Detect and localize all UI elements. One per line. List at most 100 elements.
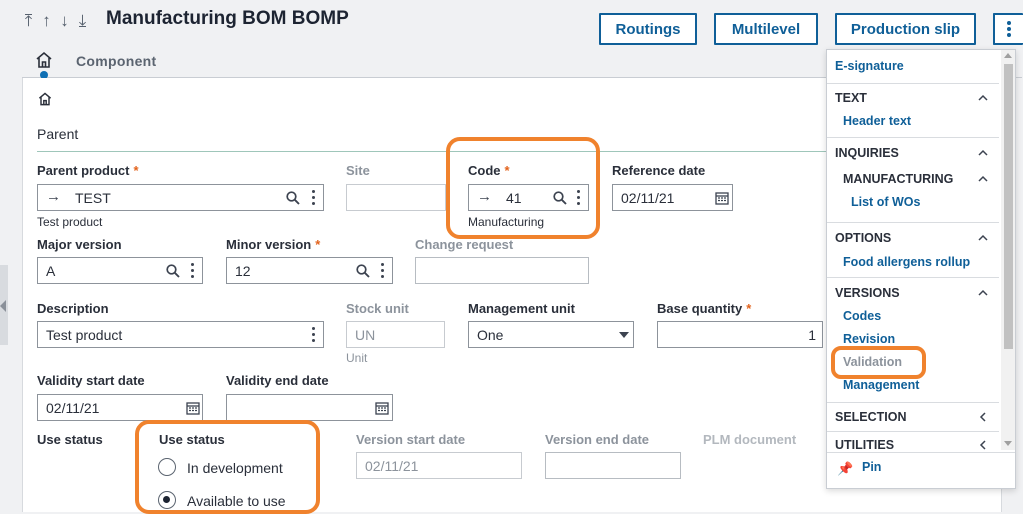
menu-item-codes[interactable]: Codes xyxy=(843,309,881,323)
management-unit-label: Management unit xyxy=(468,301,575,316)
base-quantity-field[interactable]: 1 xyxy=(657,321,823,348)
section-title: Parent xyxy=(37,126,79,142)
menu-item-list-of-wos[interactable]: List of WOs xyxy=(851,195,920,209)
actions-menu: E-signature TEXT Header text INQUIRIES M… xyxy=(826,49,1016,489)
tab-component[interactable]: Component xyxy=(76,53,156,69)
scroll-up-icon[interactable] xyxy=(1004,53,1012,58)
search-icon[interactable] xyxy=(356,264,370,278)
parent-product-description: Test product xyxy=(37,215,103,229)
menu-separator xyxy=(827,137,999,138)
arrow-last-icon[interactable]: ⤓ xyxy=(76,11,89,31)
record-navigation: ⤒ ↑ ↓ ⤓ xyxy=(22,11,89,31)
chevron-up-icon[interactable] xyxy=(977,232,989,244)
calendar-icon[interactable] xyxy=(715,191,729,205)
minor-version-field[interactable]: 12 xyxy=(226,257,393,284)
validity-start-date-label: Validity start date xyxy=(37,373,145,388)
validation-highlight xyxy=(831,346,926,379)
kebab-icon[interactable] xyxy=(312,327,316,345)
menu-section-selection[interactable]: SELECTION xyxy=(835,410,907,424)
page-title: Manufacturing BOM BOMP xyxy=(106,8,349,29)
menu-section-utilities[interactable]: UTILITIES xyxy=(835,438,894,452)
site-label: Site xyxy=(346,163,370,178)
chevron-up-icon[interactable] xyxy=(977,287,989,299)
stock-unit-description: Unit xyxy=(346,351,368,365)
scroll-down-icon[interactable] xyxy=(1004,441,1012,446)
home-icon[interactable] xyxy=(34,50,54,70)
menu-separator xyxy=(827,402,999,403)
plm-document-label: PLM document xyxy=(703,432,797,447)
stock-unit-label: Stock unit xyxy=(346,301,409,316)
description-label: Description xyxy=(37,301,109,316)
menu-item-header-text[interactable]: Header text xyxy=(843,114,911,128)
menu-subsection-manufacturing[interactable]: MANUFACTURING xyxy=(843,172,953,186)
menu-separator xyxy=(827,277,999,278)
management-unit-select[interactable]: One xyxy=(468,321,634,348)
multilevel-button[interactable]: Multilevel xyxy=(714,13,818,45)
use-status-highlight xyxy=(135,420,320,514)
kebab-icon[interactable] xyxy=(381,263,385,281)
version-end-date-field[interactable] xyxy=(545,452,681,479)
menu-section-versions[interactable]: VERSIONS xyxy=(835,286,900,300)
validity-end-date-field[interactable] xyxy=(226,394,393,421)
menu-section-text[interactable]: TEXT xyxy=(835,91,867,105)
dropdown-arrow-icon[interactable] xyxy=(619,332,629,338)
menu-separator xyxy=(827,452,1015,453)
parent-product-field[interactable]: → TEST xyxy=(37,184,324,211)
major-version-label: Major version xyxy=(37,237,122,252)
chevron-up-icon[interactable] xyxy=(977,173,989,185)
section-home-icon[interactable] xyxy=(37,91,53,107)
menu-scrollbar[interactable] xyxy=(1001,50,1015,450)
chevron-left-icon[interactable] xyxy=(977,411,989,423)
parent-product-label: Parent product * xyxy=(37,163,139,178)
menu-separator xyxy=(827,83,999,84)
reference-date-label: Reference date xyxy=(612,163,706,178)
production-slip-button[interactable]: Production slip xyxy=(835,13,976,45)
validity-start-date-field[interactable]: 02/11/21 xyxy=(37,394,203,421)
menu-separator xyxy=(827,431,999,432)
menu-separator xyxy=(827,222,999,223)
arrow-up-icon[interactable]: ↑ xyxy=(40,11,53,31)
version-start-date-label: Version start date xyxy=(356,432,466,447)
section-divider xyxy=(37,151,827,152)
major-version-field[interactable]: A xyxy=(37,257,203,284)
chevron-up-icon[interactable] xyxy=(977,92,989,104)
menu-item-revision[interactable]: Revision xyxy=(843,332,895,346)
version-end-date-label: Version end date xyxy=(545,432,650,447)
site-field xyxy=(346,184,446,211)
validity-end-date-label: Validity end date xyxy=(226,373,329,388)
kebab-icon xyxy=(1007,21,1011,37)
menu-item-e-signature[interactable]: E-signature xyxy=(835,59,904,73)
menu-item-management[interactable]: Management xyxy=(843,378,919,392)
collapse-arrow-icon[interactable] xyxy=(0,300,6,312)
use-status-section-label: Use status xyxy=(37,432,103,447)
menu-section-inquiries[interactable]: INQUIRIES xyxy=(835,146,899,160)
calendar-icon[interactable] xyxy=(186,401,200,415)
stock-unit-field: UN xyxy=(346,321,445,348)
code-highlight xyxy=(446,137,600,239)
routings-button[interactable]: Routings xyxy=(599,13,697,45)
kebab-icon[interactable] xyxy=(191,263,195,281)
chevron-up-icon[interactable] xyxy=(977,147,989,159)
search-icon[interactable] xyxy=(166,264,180,278)
version-start-date-field: 02/11/21 xyxy=(356,452,522,479)
description-field[interactable]: Test product xyxy=(37,321,324,348)
base-quantity-label: Base quantity * xyxy=(657,301,752,316)
pin-icon[interactable]: 📌 xyxy=(837,461,853,477)
calendar-icon[interactable] xyxy=(375,401,389,415)
arrow-down-icon[interactable]: ↓ xyxy=(58,11,71,31)
arrow-first-icon[interactable]: ⤒ xyxy=(22,11,35,31)
more-actions-button[interactable] xyxy=(993,13,1023,45)
minor-version-label: Minor version * xyxy=(226,237,321,252)
kebab-icon[interactable] xyxy=(312,190,316,208)
menu-section-options[interactable]: OPTIONS xyxy=(835,231,891,245)
change-request-label: Change request xyxy=(415,237,514,252)
change-request-field[interactable] xyxy=(415,257,589,284)
chevron-left-icon[interactable] xyxy=(977,439,989,451)
reference-date-field[interactable]: 02/11/21 xyxy=(612,184,733,211)
menu-item-pin[interactable]: Pin xyxy=(862,460,881,474)
scroll-thumb[interactable] xyxy=(1004,64,1013,349)
search-icon[interactable] xyxy=(286,191,300,205)
arrow-right-icon[interactable]: → xyxy=(46,188,61,205)
header-bar: ⤒ ↑ ↓ ⤓ Manufacturing BOM BOMP Routings … xyxy=(0,0,1023,50)
menu-item-food-allergens-rollup[interactable]: Food allergens rollup xyxy=(843,255,970,269)
